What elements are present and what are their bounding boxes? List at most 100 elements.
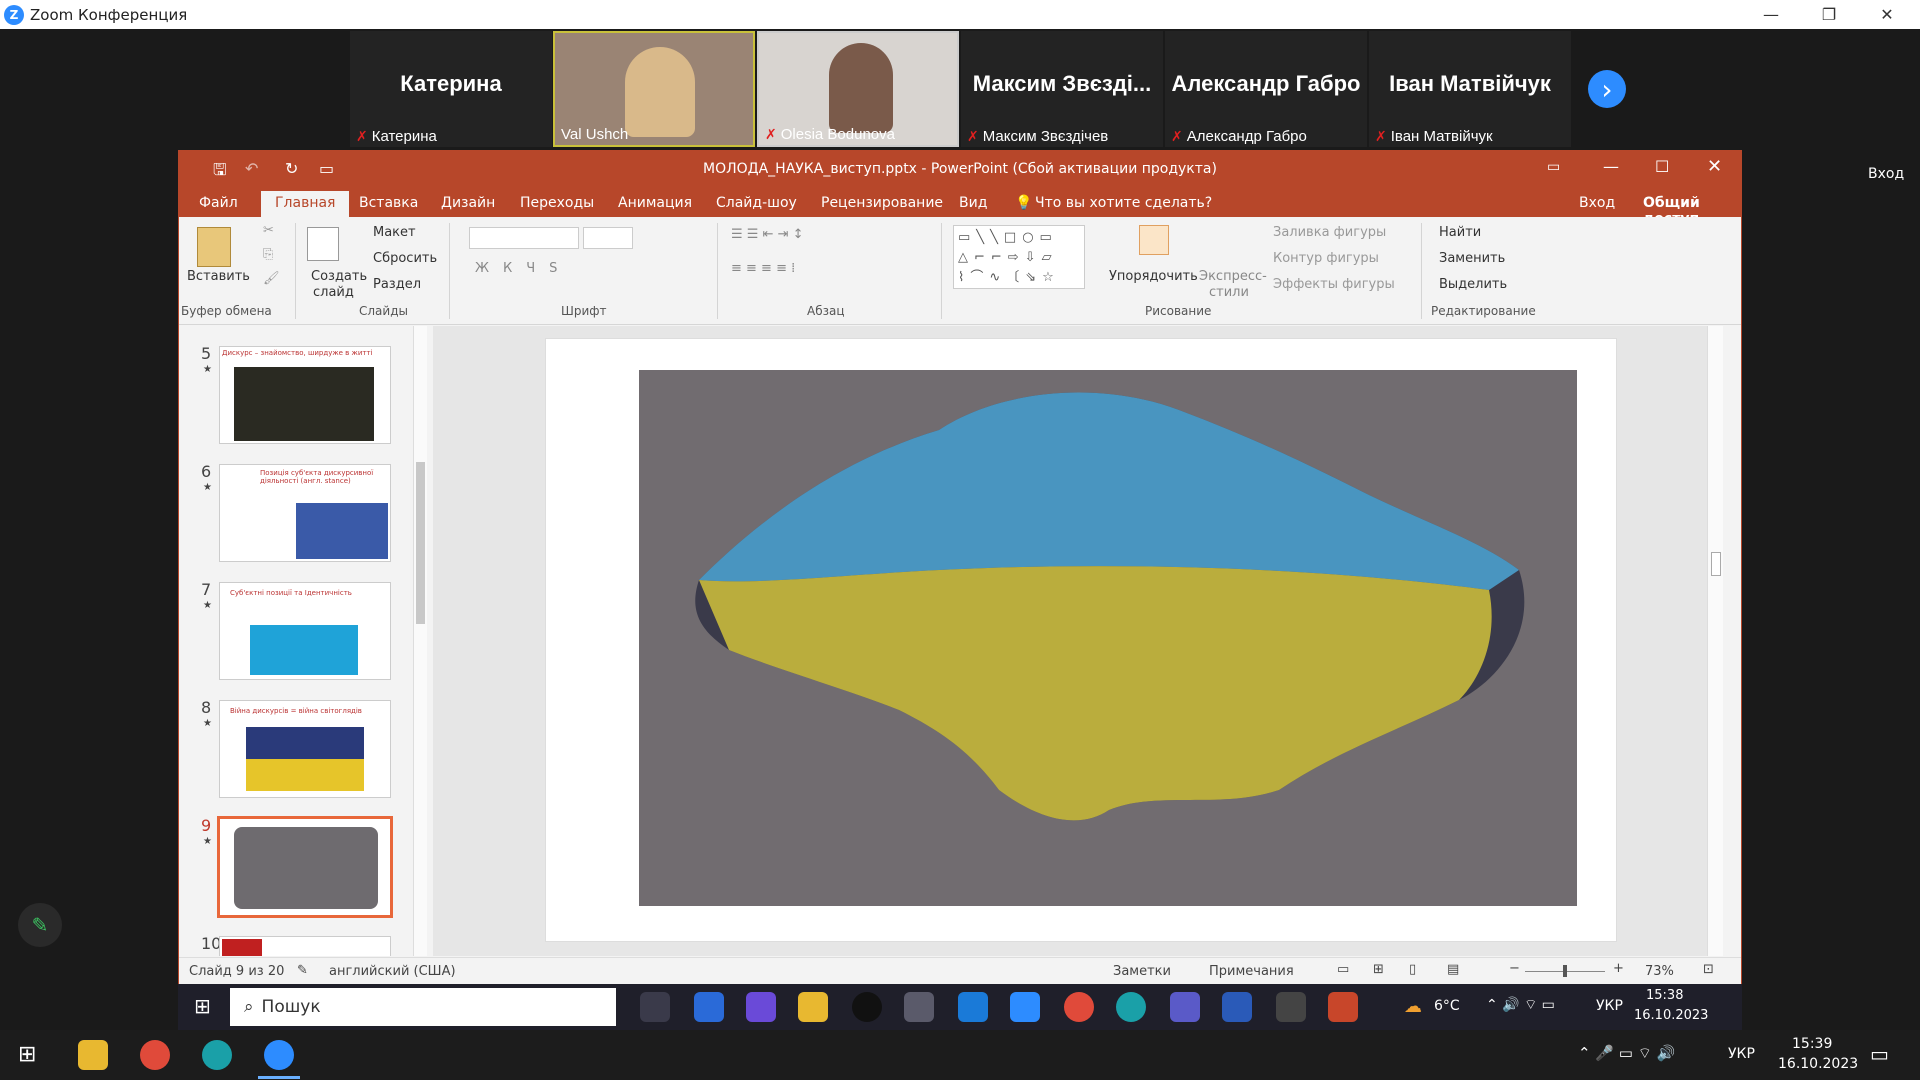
copy-icon[interactable]: ⎘	[263, 247, 273, 262]
windows-start-icon[interactable]: ⊞	[18, 1042, 36, 1067]
word-icon[interactable]	[1222, 992, 1252, 1022]
slide-photo[interactable]	[639, 370, 1577, 906]
slide-thumbnail[interactable]: Суб'єктні позиції та Ідентичність	[219, 582, 391, 680]
new-slide-button[interactable]: Создать	[311, 269, 367, 284]
normal-view-icon[interactable]: ▭	[1337, 962, 1349, 977]
ppt-minimize-button[interactable]: —	[1603, 157, 1619, 176]
scroll-thumb[interactable]	[1711, 552, 1721, 576]
ppt-maximize-button[interactable]: ☐	[1655, 157, 1669, 176]
minimize-button[interactable]: —	[1742, 0, 1800, 29]
new-slide-icon[interactable]	[307, 227, 339, 261]
participant-tile[interactable]: Максим Звєзді... ✗ Максим Звєздічев	[961, 31, 1163, 147]
slide-thumbnail[interactable]: Війна дискурсів = війна світоглядів	[219, 700, 391, 798]
tab-insert[interactable]: Вставка	[359, 195, 418, 211]
slideshow-view-icon[interactable]: ▤	[1447, 962, 1459, 977]
format-buttons[interactable]: ЖКЧS	[475, 261, 571, 276]
layout-button[interactable]: Макет	[373, 225, 416, 240]
tab-home[interactable]: Главная	[261, 191, 350, 217]
participant-tile[interactable]: Александр Габро ✗ Александр Габро	[1165, 31, 1367, 147]
settings-gear-icon[interactable]	[1276, 992, 1306, 1022]
thumbnails-scrollbar[interactable]	[413, 326, 427, 956]
taskbar-search[interactable]: ⌕ Пошук	[230, 988, 616, 1026]
app-icon[interactable]	[958, 992, 988, 1022]
shape-outline-button[interactable]: Контур фигуры	[1273, 251, 1379, 266]
windows-start-icon[interactable]: ⊞	[194, 994, 211, 1018]
shape-effects-button[interactable]: Эффекты фигуры	[1273, 277, 1395, 292]
section-button[interactable]: Раздел	[373, 277, 421, 292]
scroll-thumb[interactable]	[416, 462, 425, 624]
camera-icon[interactable]	[904, 992, 934, 1022]
teams-icon[interactable]	[1170, 992, 1200, 1022]
zoom-app-icon[interactable]	[1010, 992, 1040, 1022]
slide-thumbnail-active[interactable]	[217, 816, 393, 918]
annotate-pencil-icon[interactable]: ✎	[18, 903, 62, 947]
visual-studio-icon[interactable]	[746, 992, 776, 1022]
ribbon-display-icon[interactable]: ▭	[1547, 159, 1560, 175]
arrange-button[interactable]: Упорядочить	[1109, 269, 1198, 284]
align-icon[interactable]: ≡ ≡ ≡ ≡ ⁞	[731, 261, 795, 276]
replace-button[interactable]: Заменить	[1439, 251, 1505, 266]
tray-icons[interactable]: ⌃ 🔊 ⌔ ▭	[1486, 996, 1555, 1014]
tab-review[interactable]: Рецензирование	[821, 195, 943, 211]
arrange-icon[interactable]	[1139, 225, 1169, 255]
participant-tile[interactable]: Іван Матвійчук ✗ Іван Матвійчук	[1369, 31, 1571, 147]
participant-video-tile[interactable]: ✗ Olesia Bodunova	[757, 31, 959, 147]
quick-styles-button-line2[interactable]: стили	[1209, 285, 1249, 300]
obs-icon[interactable]	[852, 992, 882, 1022]
slide-sorter-icon[interactable]: ⊞	[1373, 962, 1384, 977]
find-button[interactable]: Найти	[1439, 225, 1481, 240]
cut-icon[interactable]: ✂	[263, 223, 274, 238]
tab-transitions[interactable]: Переходы	[520, 195, 594, 211]
zoom-slider-thumb[interactable]	[1563, 965, 1567, 977]
bullets-icon[interactable]: ☰ ☰ ⇤ ⇥ ↕	[731, 227, 804, 242]
tab-design[interactable]: Дизайн	[441, 195, 495, 211]
slide-thumbnail[interactable]	[219, 936, 391, 956]
store-icon[interactable]	[694, 992, 724, 1022]
ppt-close-button[interactable]: ✕	[1707, 156, 1722, 177]
tab-view[interactable]: Вид	[959, 195, 987, 211]
notes-button[interactable]: Заметки	[1113, 964, 1171, 979]
signin-link[interactable]: Вход	[1579, 195, 1615, 211]
notifications-icon[interactable]: ▭	[1870, 1042, 1889, 1066]
zoom-out-icon[interactable]: −	[1509, 961, 1520, 976]
tab-animations[interactable]: Анимация	[618, 195, 692, 211]
zoom-in-icon[interactable]: +	[1613, 961, 1624, 976]
slide-thumbnail[interactable]: Дискурс – знайомство, ширдуже в житті	[219, 346, 391, 444]
reset-button[interactable]: Сбросить	[373, 251, 437, 266]
select-button[interactable]: Выделить	[1439, 277, 1507, 292]
paste-button[interactable]: Вставить	[187, 269, 250, 284]
chrome-icon[interactable]	[140, 1040, 170, 1070]
slide-thumbnails-pane[interactable]: 5 ★ Дискурс – знайомство, ширдуже в житт…	[179, 326, 431, 956]
zoom-app-icon[interactable]	[264, 1040, 294, 1070]
tab-file[interactable]: Файл	[199, 195, 238, 211]
fit-slide-icon[interactable]: ⊡	[1703, 962, 1714, 977]
next-participants-button[interactable]: ›	[1588, 70, 1626, 108]
editor-scrollbar[interactable]	[1707, 326, 1723, 956]
close-button[interactable]: ✕	[1858, 0, 1916, 29]
tray-icons[interactable]: ⌃ 🎤 ▭ ⌔ 🔊	[1578, 1044, 1675, 1063]
format-painter-icon[interactable]: 🖌	[263, 271, 280, 286]
restore-button[interactable]: ❐	[1800, 0, 1858, 29]
reading-view-icon[interactable]: ▯	[1409, 962, 1416, 977]
paste-icon[interactable]	[197, 227, 231, 267]
slide-thumbnail[interactable]: Позиція суб'єкта дискурсивної діяльності…	[219, 464, 391, 562]
language-indicator[interactable]: английский (США)	[329, 964, 456, 979]
task-view-icon[interactable]	[640, 992, 670, 1022]
edge-icon[interactable]	[202, 1040, 232, 1070]
shape-fill-button[interactable]: Заливка фигуры	[1273, 225, 1386, 240]
spellcheck-icon[interactable]: ✎	[297, 963, 308, 978]
shapes-gallery[interactable]: ▭╲╲□○▭ △⌐⌐⇨⇩▱ ⌇⌒∿〔⇘☆	[953, 225, 1085, 289]
file-explorer-icon[interactable]	[798, 992, 828, 1022]
zoom-signin-label[interactable]: Вход	[1868, 166, 1904, 182]
edge-icon[interactable]	[1116, 992, 1146, 1022]
tell-me-search[interactable]: Что вы хотите сделать?	[1035, 195, 1212, 211]
tab-slideshow[interactable]: Слайд-шоу	[716, 195, 797, 211]
font-size-select[interactable]	[583, 227, 633, 249]
quick-styles-button[interactable]: Экспресс-	[1199, 269, 1267, 284]
input-language[interactable]: УКР	[1728, 1046, 1755, 1062]
input-language[interactable]: УКР	[1596, 998, 1623, 1014]
zoom-level[interactable]: 73%	[1645, 964, 1674, 979]
participant-tile[interactable]: Катерина ✗ Катерина	[350, 31, 552, 147]
chrome-icon[interactable]	[1064, 992, 1094, 1022]
participant-video-tile[interactable]: Val Ushch	[553, 31, 755, 147]
